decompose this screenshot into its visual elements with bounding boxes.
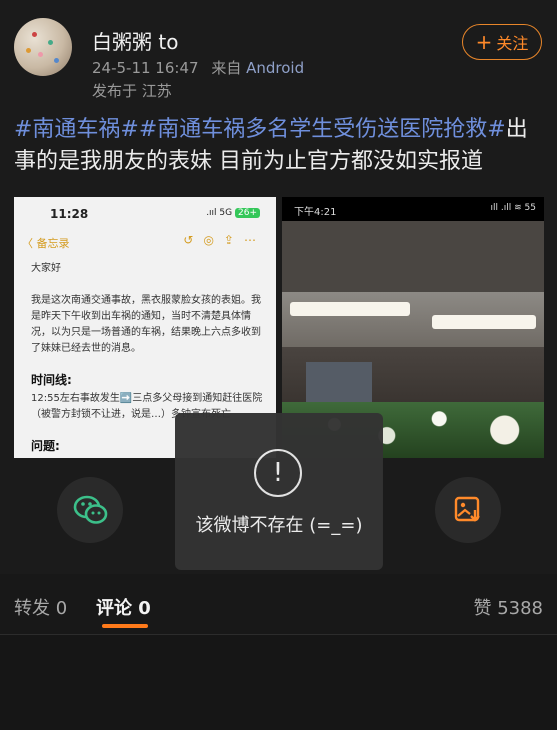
memo-heading: 时间线:: [31, 373, 72, 387]
wechat-icon: [73, 495, 108, 524]
share-wechat-button[interactable]: [57, 477, 123, 543]
tab-repost[interactable]: 转发 0: [14, 594, 67, 620]
post-location: 发布于 江苏: [92, 82, 172, 100]
follow-label: 关注: [496, 34, 529, 53]
device-label: Android: [246, 59, 305, 77]
post-header: 白粥粥 to 24-5-11 16:47 来自 Android 发布于 江苏 +…: [0, 0, 557, 110]
plus-icon: +: [475, 30, 493, 54]
post-meta: 24-5-11 16:47 来自 Android: [92, 57, 304, 78]
comment-area: [0, 635, 557, 730]
wall: [282, 221, 544, 292]
status-indicators: ıll .ıll ≋ 55: [490, 203, 536, 213]
save-image-button[interactable]: [435, 477, 501, 543]
from-label: 来自: [211, 59, 242, 77]
active-tab-indicator: [102, 624, 148, 628]
tab-comment[interactable]: 评论 0: [96, 594, 151, 620]
memo-toolbar-icons: ↺◎⇪⋯: [183, 233, 266, 247]
hashtag-link[interactable]: #南通车祸#: [14, 117, 139, 142]
avatar[interactable]: [14, 18, 72, 76]
memo-paragraph: 我是这次南通交通事故，黑衣服蒙脸女孩的表姐。我是昨天下午收到出车祸的通知，当时不…: [31, 295, 261, 354]
post-text: #南通车祸##南通车祸多名学生受伤送医院抢救#出事的是我朋友的表妹 目前为止官方…: [14, 114, 544, 178]
hashtag-link[interactable]: #南通车祸多名学生受伤送医院抢救#: [139, 117, 506, 142]
ceiling-light: [290, 302, 410, 316]
ceiling-light: [432, 315, 536, 329]
exclamation-icon: !: [254, 449, 302, 497]
memo-heading: 问题:: [31, 439, 60, 453]
memo-greeting: 大家好: [31, 263, 61, 274]
username[interactable]: 白粥粥 to: [92, 26, 178, 55]
follow-button[interactable]: + 关注: [462, 24, 542, 60]
status-indicators: .ııl 5G 26+: [206, 208, 260, 218]
memorial-screen: [306, 362, 372, 402]
back-link: 〈 备忘录: [22, 237, 70, 250]
status-time: 下午4:21: [294, 207, 337, 218]
post-time: 24-5-11 16:47: [92, 59, 199, 77]
error-toast: ! 该微博不存在 (=_=): [175, 413, 383, 570]
interaction-tabs: 转发 0 评论 0 赞 5388: [0, 574, 557, 635]
status-time: 11:28: [50, 207, 89, 221]
phone-status-bar: 下午4:21 ıll .ıll ≋ 55: [282, 197, 544, 221]
toast-message: 该微博不存在 (=_=): [195, 515, 363, 536]
likes-count[interactable]: 赞 5388: [473, 594, 543, 620]
save-image-icon: [454, 496, 480, 522]
